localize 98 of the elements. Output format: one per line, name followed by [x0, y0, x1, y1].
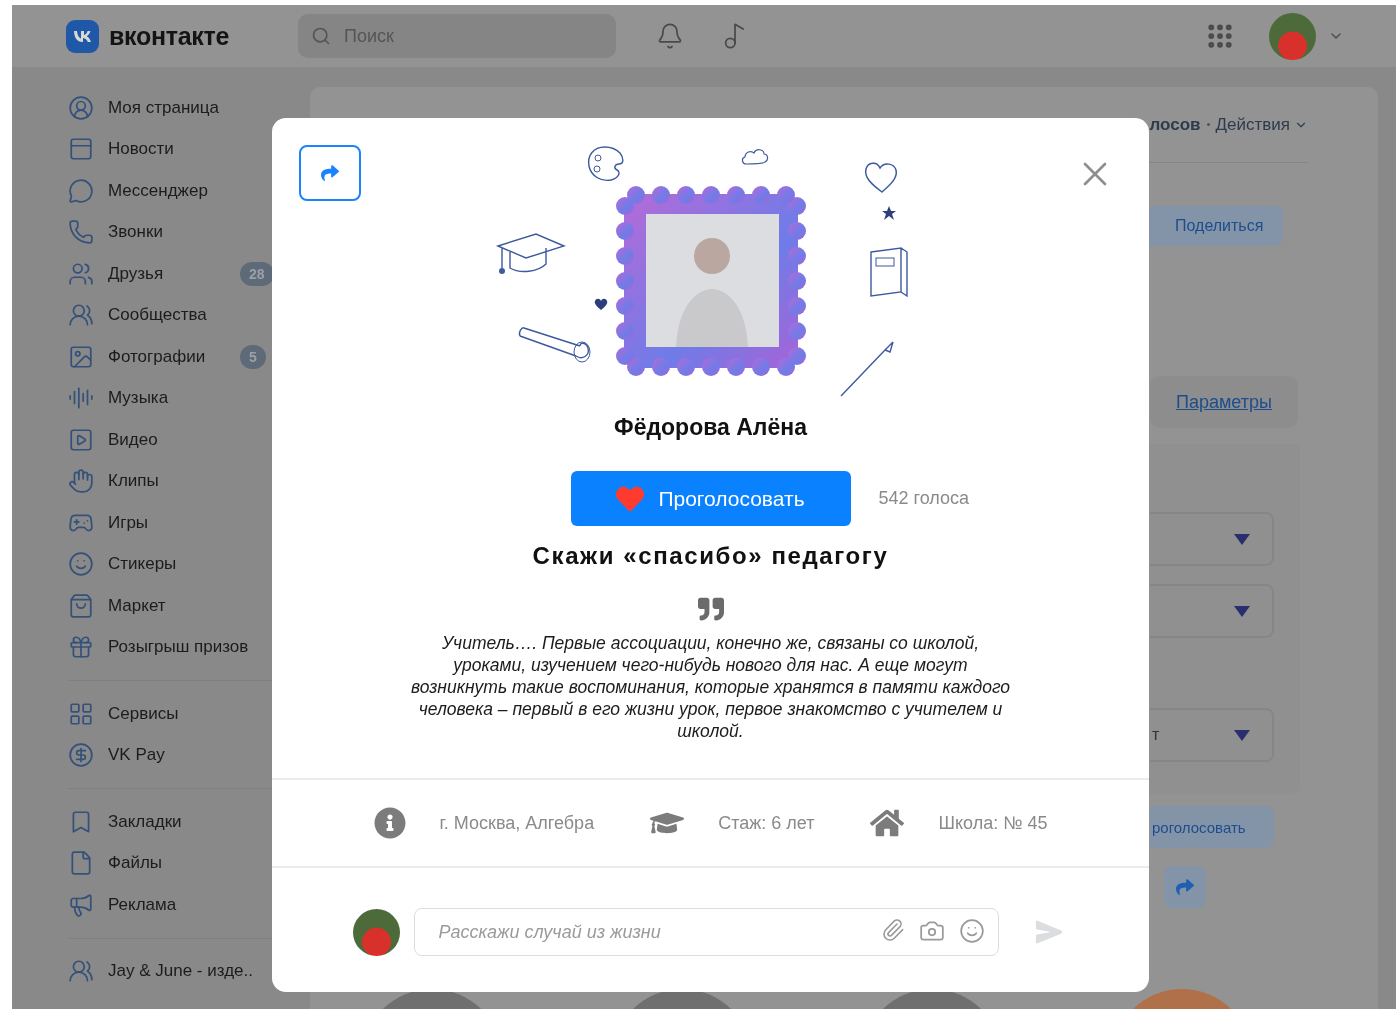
avatar[interactable]	[1269, 12, 1316, 60]
sidebar-item[interactable]: Видео	[68, 419, 298, 461]
sidebar-label: Игры	[108, 512, 149, 533]
sidebar-label: Музыка	[108, 388, 169, 409]
sidebar-label: Клипы	[108, 471, 159, 492]
play-icon	[68, 426, 94, 453]
file-icon	[68, 850, 94, 877]
dropdown-value: т	[1152, 726, 1160, 744]
sidebar-item[interactable]: VK Pay	[68, 734, 298, 776]
info-text: Стаж: 6 лет	[718, 812, 815, 834]
sidebar-item[interactable]: Моя страница	[68, 87, 298, 129]
triangle-icon	[1234, 605, 1250, 617]
send-icon	[1034, 918, 1063, 946]
quote-icon	[697, 596, 724, 622]
people-icon	[68, 302, 94, 329]
sidebar-label: Звонки	[108, 222, 163, 243]
sidebar-label: Реклама	[108, 894, 177, 915]
chat-icon	[68, 177, 94, 204]
search-icon	[311, 26, 331, 46]
hand-icon	[68, 468, 94, 495]
share-icon	[1176, 878, 1194, 896]
sidebar-label: Jay & June - изде..	[108, 961, 253, 982]
gift-icon	[68, 634, 94, 661]
smile-icon[interactable]	[958, 918, 985, 944]
smile-icon	[68, 551, 94, 578]
sidebar-label: Сервисы	[108, 703, 179, 724]
sidebar-item[interactable]: Маркет	[68, 585, 298, 627]
sidebar-item[interactable]: Друзья 28	[68, 253, 298, 295]
share-button[interactable]	[299, 145, 361, 201]
count-badge: 28	[240, 261, 274, 286]
heart-icon	[616, 484, 645, 513]
share-button[interactable]	[1164, 866, 1206, 908]
sidebar-item[interactable]: Фотографии 5	[68, 336, 298, 378]
sidebar-item[interactable]: Файлы	[68, 842, 298, 884]
share-icon	[321, 164, 339, 182]
info-text: г. Москва, Алгебра	[439, 812, 595, 834]
sidebar-label: Стикеры	[108, 554, 177, 575]
sidebar-label: Друзья	[108, 263, 164, 284]
person-name: Фёдорова Алёна	[614, 414, 807, 441]
sidebar-label: Розыгрыш призов	[108, 637, 249, 658]
sidebar-label: Сообщества	[108, 305, 207, 326]
info-text: Школа: № 45	[938, 812, 1048, 834]
star-icon	[881, 206, 896, 220]
sidebar-item[interactable]: Звонки	[68, 211, 298, 253]
sidebar-item[interactable]: Музыка	[68, 377, 298, 419]
sidebar-item[interactable]: Jay & June - изде..	[68, 950, 298, 992]
sidebar-item[interactable]: Закладки	[68, 801, 298, 843]
people-icon	[68, 260, 94, 287]
info-icon	[373, 807, 406, 839]
sidebar-label: Новости	[108, 139, 174, 160]
sidebar-label: Закладки	[108, 811, 182, 832]
megaphone-icon	[68, 891, 94, 918]
sidebar-label: Видео	[108, 429, 158, 450]
comment-field[interactable]: Расскажи случай из жизни	[413, 908, 999, 956]
sidebar-label: Фотографии	[108, 346, 206, 367]
sidebar-item[interactable]: Стикеры	[68, 543, 298, 585]
actions-menu[interactable]: Действия	[1215, 114, 1308, 135]
sidebar-label: Файлы	[108, 853, 162, 874]
apps-grid-icon[interactable]	[1205, 21, 1235, 51]
camera-icon[interactable]	[918, 918, 945, 944]
sidebar-label: Мессенджер	[108, 180, 208, 201]
heart-icon	[593, 298, 608, 310]
triangle-icon	[1234, 729, 1250, 741]
votes-text: лосов	[1149, 114, 1201, 135]
quote-text: Учитель…. Первые ассоциации, конечно же, связаны со школой, уроками, изучением чего-нибудь нового для нас. А еще могут возникнуть такие воспоминания, которые хранятся в памяти каждого человека – первый в его жизни урок, первое знакомство с учителем и школой.	[409, 632, 1012, 742]
user-icon	[68, 94, 94, 121]
sidebar-label: VK Pay	[108, 745, 165, 766]
sidebar-item[interactable]: Сообщества	[68, 294, 298, 336]
vote-button[interactable]: Проголосовать	[570, 471, 851, 526]
bag-icon	[68, 592, 94, 619]
sidebar-item[interactable]: Новости	[68, 128, 298, 170]
bell-icon[interactable]	[656, 22, 684, 50]
sidebar-label: Моя страница	[108, 97, 219, 118]
people-icon	[68, 958, 94, 985]
sidebar-label: Маркет	[108, 595, 166, 616]
image-icon	[68, 343, 94, 370]
sidebar-item[interactable]: Розыгрыш призов	[68, 626, 298, 668]
dropdown[interactable]: т	[1150, 708, 1274, 762]
paperclip-icon[interactable]	[880, 918, 905, 942]
sidebar-item[interactable]: Мессенджер	[68, 170, 298, 212]
sidebar-item[interactable]: Сервисы	[68, 693, 298, 735]
count-badge: 5	[240, 344, 266, 369]
vote-button[interactable]: роголосовать	[1150, 806, 1274, 848]
triangle-icon	[1234, 533, 1250, 545]
vote-count: 542 голоса	[878, 488, 971, 509]
coin-icon	[68, 742, 94, 769]
sidebar-item[interactable]: Игры	[68, 502, 298, 544]
dot-separator	[1206, 123, 1210, 126]
brush-icon	[838, 340, 897, 398]
sidebar-item[interactable]: Клипы	[68, 460, 298, 502]
phone-icon	[68, 219, 94, 246]
sidebar-item[interactable]: Реклама	[68, 884, 298, 926]
logo-text: вконтакте	[109, 21, 230, 51]
logo-icon	[66, 19, 99, 53]
params-link[interactable]: Параметры	[1176, 391, 1272, 413]
panel-icon	[68, 136, 94, 163]
grid-icon	[68, 700, 94, 727]
dialog-title: Скажи «спасибо» педагогу	[532, 542, 889, 570]
